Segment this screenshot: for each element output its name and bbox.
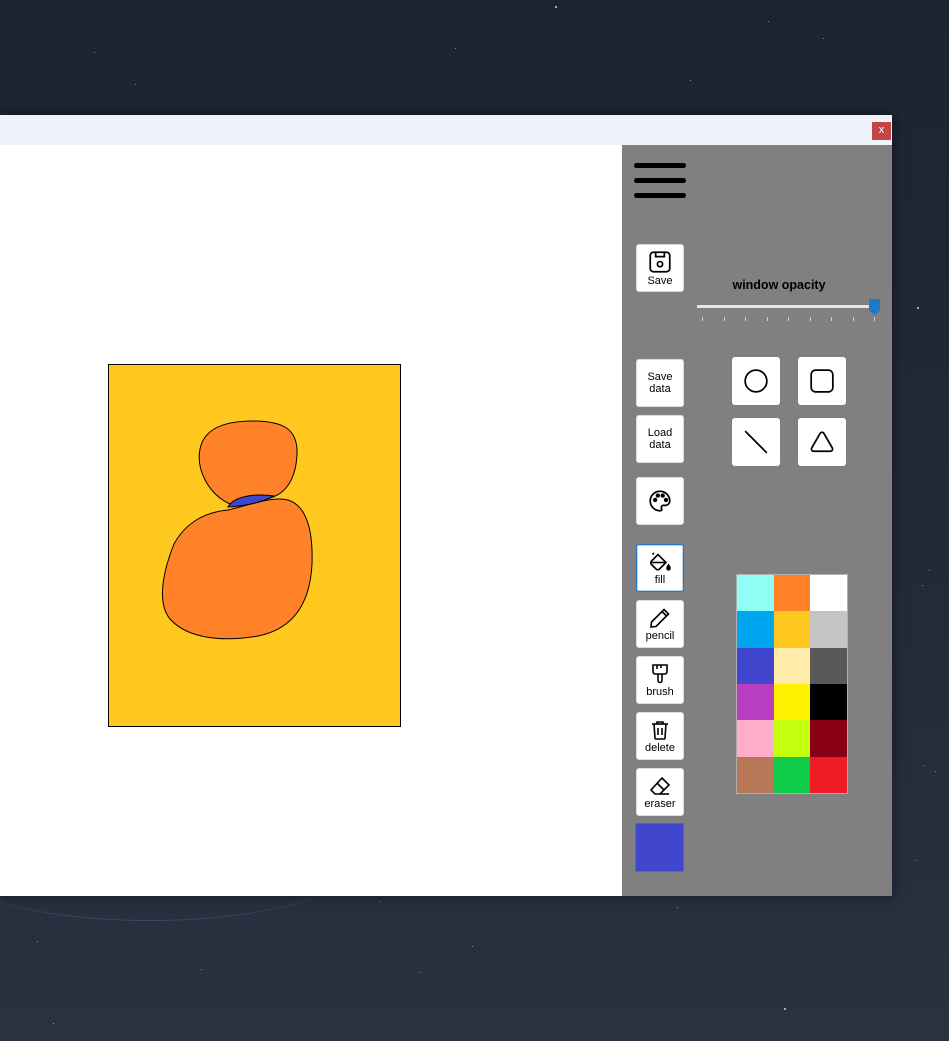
close-button[interactable]: x: [872, 122, 891, 140]
triangle-shape-button[interactable]: [798, 418, 846, 466]
eraser-tool-button[interactable]: eraser: [636, 768, 684, 816]
palette-swatch[interactable]: [810, 575, 847, 612]
current-color-swatch[interactable]: [635, 823, 684, 872]
slider-tick: [831, 317, 832, 321]
palette-swatch[interactable]: [810, 756, 847, 793]
square-shape-button[interactable]: [798, 357, 846, 405]
palette-swatch[interactable]: [737, 720, 774, 757]
color-picker-button[interactable]: [636, 477, 684, 525]
drawing-artwork: [108, 364, 401, 727]
fill-label: fill: [654, 574, 666, 586]
eraser-label: eraser: [644, 798, 676, 810]
palette-swatch[interactable]: [737, 756, 774, 793]
artwork-upper-blob: [198, 420, 298, 505]
slider-tick: [874, 317, 875, 321]
palette-swatch[interactable]: [810, 647, 847, 684]
eraser-icon: [649, 776, 671, 795]
slider-tick: [723, 317, 725, 321]
slider-tick: [809, 317, 811, 321]
trash-icon: [652, 721, 668, 740]
slider-tick: [766, 317, 768, 321]
brush-tool-button[interactable]: brush: [636, 656, 684, 704]
window-opacity-slider[interactable]: [697, 295, 880, 325]
slider-thumb[interactable]: [869, 299, 880, 315]
load-data-label: Load data: [647, 426, 673, 452]
palette-swatch[interactable]: [737, 575, 774, 612]
brush-icon: [652, 664, 668, 684]
save-label: Save: [647, 275, 673, 287]
triangle-icon: [810, 431, 834, 453]
palette-swatch[interactable]: [773, 647, 811, 684]
palette-swatch[interactable]: [773, 756, 811, 793]
palette-swatch[interactable]: [737, 611, 774, 648]
tool-panel: Save Save data Load data fill pencil bru…: [622, 145, 892, 896]
line-icon: [744, 430, 768, 454]
delete-button[interactable]: delete: [636, 712, 684, 760]
palette-swatch[interactable]: [737, 647, 774, 684]
palette-swatch[interactable]: [810, 720, 847, 757]
window-opacity-label: window opacity: [732, 278, 826, 292]
palette-swatch[interactable]: [810, 683, 847, 721]
menu-hamburger-icon[interactable]: [634, 163, 686, 201]
palette-swatch[interactable]: [810, 611, 847, 648]
palette-swatch[interactable]: [773, 575, 811, 612]
load-data-button[interactable]: Load data: [636, 415, 684, 463]
pencil-tool-button[interactable]: pencil: [636, 600, 684, 648]
palette-swatch[interactable]: [773, 720, 811, 757]
paint-bucket-icon: [649, 552, 671, 571]
slider-tick: [702, 317, 703, 321]
save-data-label: Save data: [647, 370, 673, 396]
palette-swatch[interactable]: [773, 683, 811, 721]
paint-window: x Save Save data Load data fill pencil b…: [0, 115, 892, 896]
palette-swatch[interactable]: [773, 611, 811, 648]
circle-shape-button[interactable]: [732, 357, 780, 405]
line-shape-button[interactable]: [732, 418, 780, 466]
slider-tick: [745, 317, 746, 321]
slider-tick: [852, 317, 854, 321]
drawing-canvas[interactable]: [0, 145, 622, 896]
save-button[interactable]: Save: [636, 244, 684, 292]
palette-swatch[interactable]: [737, 683, 774, 721]
color-palette: [736, 574, 848, 794]
delete-label: delete: [645, 742, 675, 754]
brush-label: brush: [646, 686, 674, 698]
slider-track: [697, 305, 875, 308]
title-bar[interactable]: x: [0, 115, 892, 146]
save-data-button[interactable]: Save data: [636, 359, 684, 407]
palette-icon: [649, 490, 671, 512]
pencil-label: pencil: [645, 630, 675, 642]
circle-icon: [744, 369, 768, 393]
fill-tool-button[interactable]: fill: [636, 544, 684, 592]
save-icon: [649, 251, 671, 273]
pencil-icon: [650, 608, 670, 628]
rounded-square-icon: [810, 369, 834, 393]
slider-tick: [788, 317, 789, 321]
